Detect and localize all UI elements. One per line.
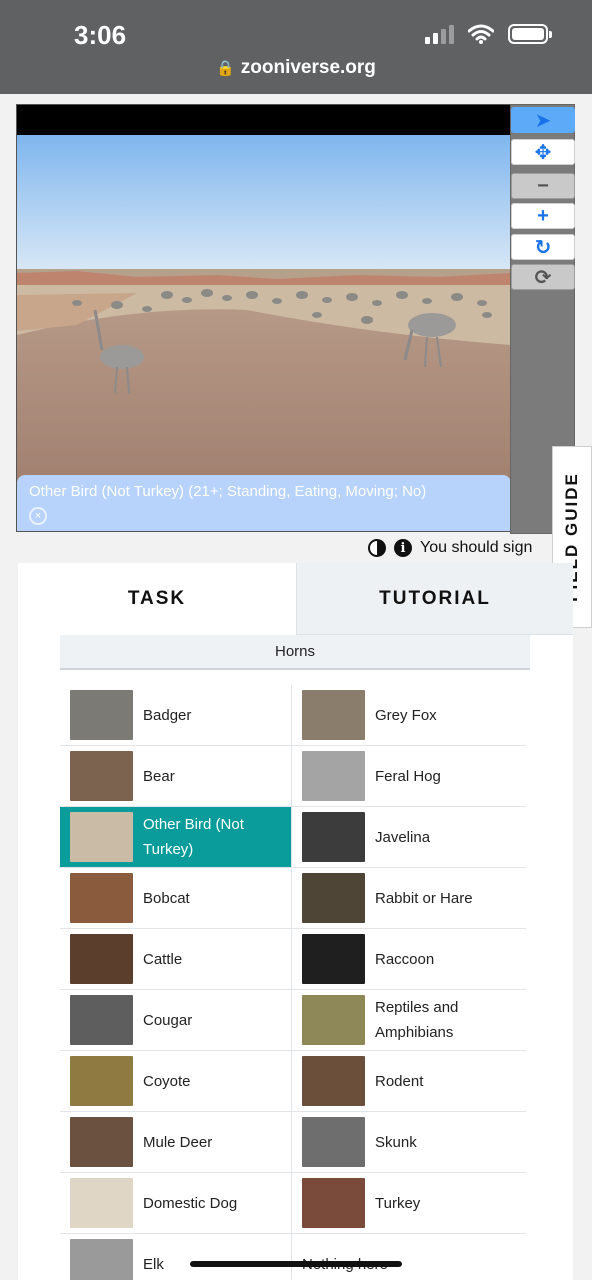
choice-thumbnail <box>302 934 365 984</box>
choice-thumbnail <box>70 995 133 1045</box>
choice-cattle[interactable]: Cattle <box>60 929 292 990</box>
choice-label: Turkey <box>375 1194 421 1212</box>
choice-javelina[interactable]: Javelina <box>292 807 526 868</box>
choice-thumbnail <box>70 751 133 801</box>
choice-label: Other Bird (Not Turkey) <box>143 816 244 858</box>
annotation-label[interactable]: Other Bird (Not Turkey) (21+; Standing, … <box>17 475 511 531</box>
cellular-signal-icon <box>425 24 454 44</box>
tab-task[interactable]: TASK <box>18 563 296 635</box>
home-indicator[interactable] <box>190 1261 402 1267</box>
choice-other-bird[interactable]: Other Bird (Not Turkey) <box>60 807 292 868</box>
close-icon[interactable]: × <box>29 507 47 525</box>
choice-thumbnail <box>302 995 365 1045</box>
task-panel: TASK TUTORIAL Horns Badger Grey Fox Bear… <box>18 563 573 1280</box>
pointer-icon[interactable]: ➤ <box>511 107 575 133</box>
choice-rabbit-or-hare[interactable]: Rabbit or Hare <box>292 868 526 929</box>
choice-thumbnail <box>302 1117 365 1167</box>
clock: 3:06 <box>74 20 127 50</box>
choice-thumbnail <box>302 1056 365 1106</box>
choice-label: Bobcat <box>143 889 190 907</box>
choice-cougar[interactable]: Cougar <box>60 990 292 1051</box>
choice-thumbnail <box>302 751 365 801</box>
choice-label: Cougar <box>143 1011 193 1029</box>
choice-thumbnail <box>70 1239 133 1280</box>
tab-tutorial[interactable]: TUTORIAL <box>296 563 573 635</box>
info-row: i You should sign <box>368 537 532 559</box>
choice-thumbnail <box>70 873 133 923</box>
move-icon[interactable]: ✥ <box>511 139 575 165</box>
contrast-icon[interactable] <box>368 539 386 557</box>
choice-coyote[interactable]: Coyote <box>60 1051 292 1112</box>
choice-label: Skunk <box>375 1133 417 1151</box>
choice-grey-fox[interactable]: Grey Fox <box>292 685 526 746</box>
tab-bar: TASK TUTORIAL <box>18 563 573 635</box>
choice-label: Grey Fox <box>375 706 437 724</box>
url-text: zooniverse.org <box>240 57 376 78</box>
choice-thumbnail <box>70 812 133 862</box>
choice-thumbnail <box>70 690 133 740</box>
choice-elk[interactable]: Elk <box>60 1234 292 1280</box>
choice-badger[interactable]: Badger <box>60 685 292 746</box>
choice-reptiles-and-amphibians[interactable]: Reptiles and Amphibians <box>292 990 526 1051</box>
choice-label: Javelina <box>375 828 431 846</box>
choice-rodent[interactable]: Rodent <box>292 1051 526 1112</box>
rotate-icon[interactable]: ↻ <box>511 234 575 260</box>
choice-label: Bear <box>143 767 175 785</box>
choice-thumbnail <box>70 1117 133 1167</box>
choice-label: Coyote <box>143 1072 191 1090</box>
choice-thumbnail <box>70 1056 133 1106</box>
filter-horns-button[interactable]: Horns <box>60 635 530 670</box>
battery-icon <box>508 24 552 44</box>
choice-mule-deer[interactable]: Mule Deer <box>60 1112 292 1173</box>
info-icon[interactable]: i <box>394 539 412 557</box>
choice-thumbnail <box>302 873 365 923</box>
choice-domestic-dog[interactable]: Domestic Dog <box>60 1173 292 1234</box>
choice-raccoon[interactable]: Raccoon <box>292 929 526 990</box>
reset-icon[interactable]: ⟳ <box>511 264 575 290</box>
lock-icon: 🔒 <box>216 60 235 77</box>
choice-turkey[interactable]: Turkey <box>292 1173 526 1234</box>
wifi-icon <box>468 24 494 44</box>
choice-bobcat[interactable]: Bobcat <box>60 868 292 929</box>
choice-label: Feral Hog <box>375 767 441 785</box>
choice-thumbnail <box>70 934 133 984</box>
choice-thumbnail <box>302 812 365 862</box>
choice-nothing-here[interactable]: Nothing here <box>292 1234 526 1280</box>
choice-label: Elk <box>143 1255 164 1273</box>
choice-label: Cattle <box>143 950 183 968</box>
zoom-in-icon[interactable]: + <box>511 203 575 229</box>
choice-label: Rodent <box>375 1072 424 1090</box>
annotation-text: Other Bird (Not Turkey) (21+; Standing, … <box>29 483 427 500</box>
choice-thumbnail <box>302 690 365 740</box>
choice-feral-hog[interactable]: Feral Hog <box>292 746 526 807</box>
choice-label: Domestic Dog <box>143 1194 238 1212</box>
zoom-out-icon[interactable]: − <box>511 173 575 199</box>
choice-skunk[interactable]: Skunk <box>292 1112 526 1173</box>
status-icons <box>425 24 552 44</box>
subject-image[interactable] <box>17 135 511 531</box>
choice-label: Rabbit or Hare <box>375 889 473 907</box>
choice-label: Raccoon <box>375 950 435 968</box>
choice-thumbnail <box>70 1178 133 1228</box>
choice-label: Mule Deer <box>143 1133 213 1151</box>
sign-in-notice[interactable]: You should sign <box>420 539 532 557</box>
subject-viewer[interactable]: Other Bird (Not Turkey) (21+; Standing, … <box>16 104 512 532</box>
url-bar[interactable]: 🔒 zooniverse.org <box>0 57 592 79</box>
choice-bear[interactable]: Bear <box>60 746 292 807</box>
choice-label: Badger <box>143 706 192 724</box>
choice-label: Reptiles and Amphibians <box>375 999 459 1041</box>
status-bar: 3:06 🔒 zooniverse.org <box>0 0 592 94</box>
choice-thumbnail <box>302 1178 365 1228</box>
